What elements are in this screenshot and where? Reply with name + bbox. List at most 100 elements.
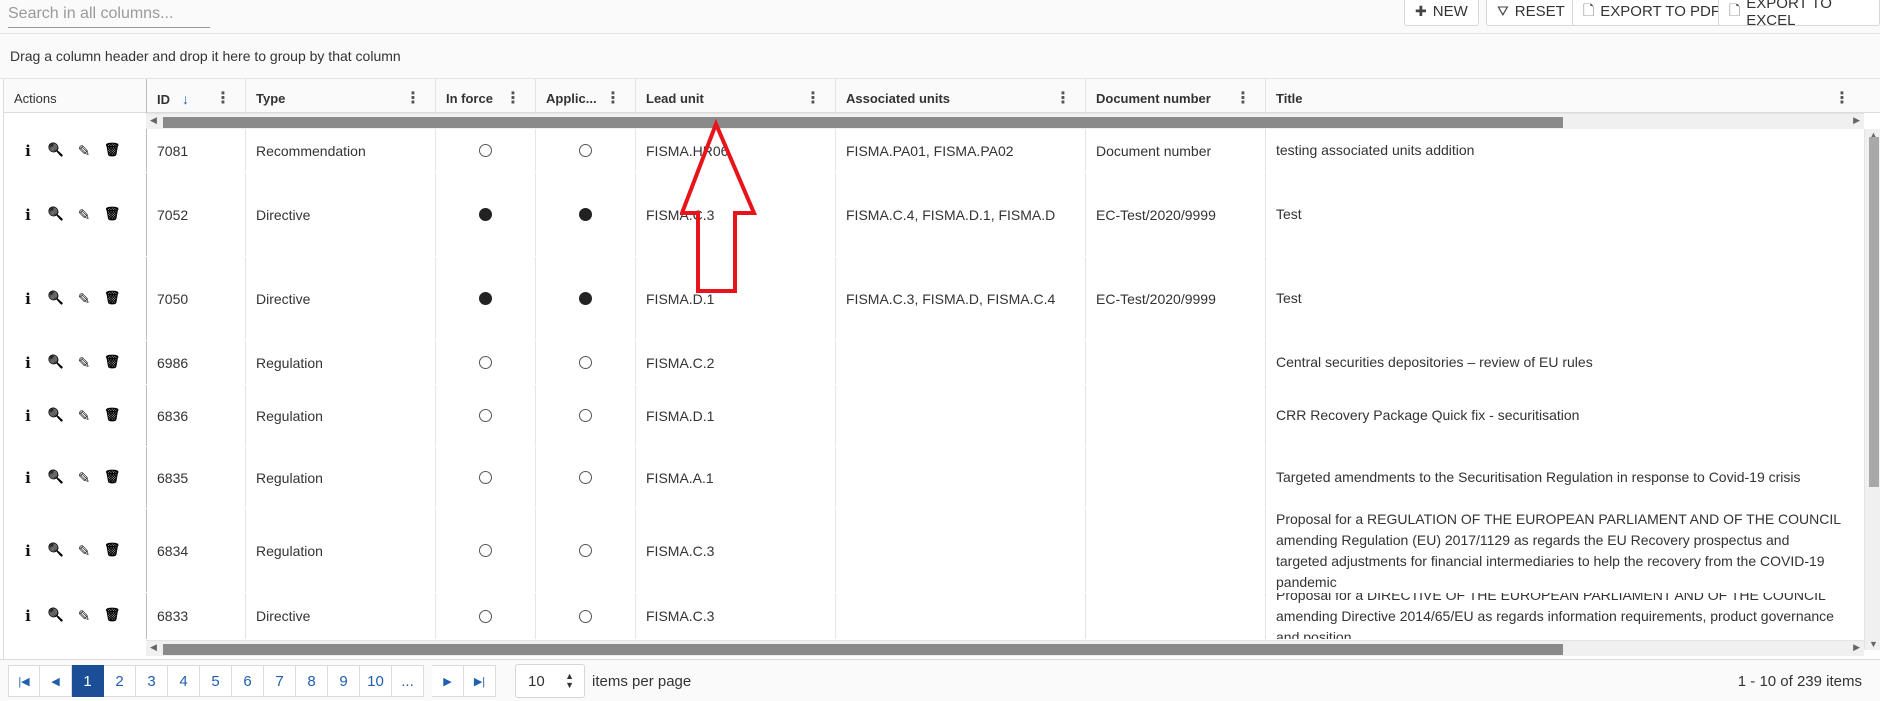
radio-checked-icon[interactable] — [479, 208, 492, 221]
scroll-right-icon[interactable]: ▶ — [1853, 642, 1860, 653]
edit-icon[interactable]: ✎ — [70, 142, 98, 160]
cell-in-force[interactable] — [435, 385, 535, 446]
info-icon[interactable]: i — [14, 469, 42, 487]
info-icon[interactable]: i — [14, 542, 42, 560]
info-icon[interactable]: i — [14, 407, 42, 425]
radio-checked-icon[interactable] — [579, 208, 592, 221]
vertical-scrollbar[interactable]: ▲ ▼ — [1864, 129, 1880, 650]
radio-unchecked-icon[interactable] — [479, 609, 492, 623]
previous-page-button[interactable]: ◀ — [40, 665, 72, 697]
export-pdf-button[interactable]: 🗋 EXPORT TO PDF — [1572, 0, 1732, 26]
radio-checked-icon[interactable] — [479, 292, 492, 305]
column-header-document-number[interactable]: Document number ⋮ — [1085, 79, 1265, 113]
cell-in-force[interactable] — [435, 447, 535, 508]
info-icon[interactable]: i — [14, 290, 42, 308]
radio-unchecked-icon[interactable] — [479, 356, 492, 369]
new-button[interactable]: ✚ NEW — [1404, 0, 1479, 26]
cell-in-force[interactable] — [435, 173, 535, 256]
first-page-button[interactable]: |◀ — [8, 665, 40, 697]
cell-applic[interactable] — [535, 385, 635, 446]
trash-icon[interactable]: 🗑 — [98, 607, 126, 625]
reset-button[interactable]: ⛛ RESET — [1486, 0, 1576, 26]
search-icon[interactable]: 🔍 — [42, 407, 70, 425]
info-icon[interactable]: i — [14, 354, 42, 372]
edit-icon[interactable]: ✎ — [70, 354, 98, 372]
edit-icon[interactable]: ✎ — [70, 407, 98, 425]
radio-checked-icon[interactable] — [579, 292, 592, 305]
column-header-associated-units[interactable]: Associated units ⋮ — [835, 79, 1085, 113]
last-page-button[interactable]: ▶| — [464, 665, 496, 697]
column-header-applic[interactable]: Applic... ⋮ — [535, 79, 635, 113]
cell-applic[interactable] — [535, 129, 635, 172]
search-icon[interactable]: 🔍 — [42, 290, 70, 308]
cell-in-force[interactable] — [435, 129, 535, 172]
page-button[interactable]: 4 — [168, 665, 200, 697]
column-menu-icon[interactable]: ⋮ — [215, 88, 231, 108]
horizontal-scrollbar-top[interactable]: ◀ ▶ — [146, 113, 1864, 129]
trash-icon[interactable]: 🗑 — [98, 407, 126, 425]
edit-icon[interactable]: ✎ — [70, 206, 98, 224]
column-header-type[interactable]: Type ⋮ — [245, 79, 435, 113]
table-row[interactable]: i 🔍 ✎ 🗑 6833 Directive FISMA.C.3 Proposal for a… — [4, 593, 1864, 640]
column-menu-icon[interactable]: ⋮ — [1834, 88, 1850, 108]
page-button[interactable]: 1 — [72, 665, 104, 697]
info-icon[interactable]: i — [14, 142, 42, 160]
scrollbar-thumb[interactable] — [1869, 137, 1879, 487]
horizontal-scrollbar-bottom[interactable]: ◀ ▶ — [146, 640, 1864, 656]
cell-applic[interactable] — [535, 257, 635, 340]
search-icon[interactable]: 🔍 — [42, 469, 70, 487]
radio-unchecked-icon[interactable] — [479, 144, 492, 157]
trash-icon[interactable]: 🗑 — [98, 206, 126, 224]
page-button[interactable]: 8 — [296, 665, 328, 697]
cell-in-force[interactable] — [435, 341, 535, 384]
column-menu-icon[interactable]: ⋮ — [505, 88, 521, 108]
cell-applic[interactable] — [535, 509, 635, 592]
column-menu-icon[interactable]: ⋮ — [1055, 88, 1071, 108]
table-row[interactable]: i 🔍 ✎ 🗑 6836 Regulation FISMA.D.1 CRR Recovery … — [4, 385, 1864, 447]
column-header-in-force[interactable]: In force ⋮ — [435, 79, 535, 113]
export-excel-button[interactable]: 🗋 EXPORT TO EXCEL — [1718, 0, 1880, 29]
cell-in-force[interactable] — [435, 257, 535, 340]
trash-icon[interactable]: 🗑 — [98, 142, 126, 160]
search-icon[interactable]: 🔍 — [42, 206, 70, 224]
edit-icon[interactable]: ✎ — [70, 607, 98, 625]
table-row[interactable]: i 🔍 ✎ 🗑 6986 Regulation FISMA.C.2 Central secur… — [4, 341, 1864, 385]
search-icon[interactable]: 🔍 — [42, 142, 70, 160]
trash-icon[interactable]: 🗑 — [98, 354, 126, 372]
radio-unchecked-icon[interactable] — [479, 409, 492, 422]
scrollbar-thumb[interactable] — [163, 117, 1563, 128]
cell-applic[interactable] — [535, 447, 635, 508]
scroll-left-icon[interactable]: ◀ — [150, 115, 157, 126]
search-icon[interactable]: 🔍 — [42, 607, 70, 625]
column-menu-icon[interactable]: ⋮ — [605, 88, 621, 108]
column-menu-icon[interactable]: ⋮ — [405, 88, 421, 108]
search-icon[interactable]: 🔍 — [42, 354, 70, 372]
radio-unchecked-icon[interactable] — [579, 409, 592, 422]
cell-applic[interactable] — [535, 173, 635, 256]
page-size-select[interactable]: 10 ▲ ▼ — [515, 664, 585, 698]
cell-applic[interactable] — [535, 593, 635, 639]
radio-unchecked-icon[interactable] — [579, 544, 592, 557]
page-button[interactable]: 2 — [104, 665, 136, 697]
radio-unchecked-icon[interactable] — [479, 471, 492, 484]
edit-icon[interactable]: ✎ — [70, 542, 98, 560]
page-button[interactable]: 3 — [136, 665, 168, 697]
column-menu-icon[interactable]: ⋮ — [1235, 88, 1251, 108]
table-row[interactable]: i 🔍 ✎ 🗑 7052 Directive FISMA.C.3 FISMA.C.4, FIS… — [4, 173, 1864, 257]
group-drop-zone[interactable]: Drag a column header and drop it here to… — [0, 34, 1880, 79]
scroll-down-icon[interactable]: ▼ — [1869, 639, 1878, 649]
radio-unchecked-icon[interactable] — [579, 471, 592, 484]
edit-icon[interactable]: ✎ — [70, 469, 98, 487]
search-input[interactable] — [8, 0, 210, 28]
table-row[interactable]: i 🔍 ✎ 🗑 6835 Regulation FISMA.A.1 Targeted amen… — [4, 447, 1864, 509]
cell-in-force[interactable] — [435, 509, 535, 592]
page-button[interactable]: 7 — [264, 665, 296, 697]
table-row[interactable]: i 🔍 ✎ 🗑 7050 Directive FISMA.D.1 FISMA.C.3, FIS… — [4, 257, 1864, 341]
radio-unchecked-icon[interactable] — [579, 144, 592, 157]
info-icon[interactable]: i — [14, 607, 42, 625]
page-button[interactable]: 9 — [328, 665, 360, 697]
page-button[interactable]: 10 — [360, 665, 392, 697]
table-row[interactable]: i 🔍 ✎ 🗑 7081 Recommendation FISMA.HR06 FISMA.PA… — [4, 129, 1864, 173]
scroll-left-icon[interactable]: ◀ — [150, 642, 157, 653]
radio-unchecked-icon[interactable] — [579, 356, 592, 369]
